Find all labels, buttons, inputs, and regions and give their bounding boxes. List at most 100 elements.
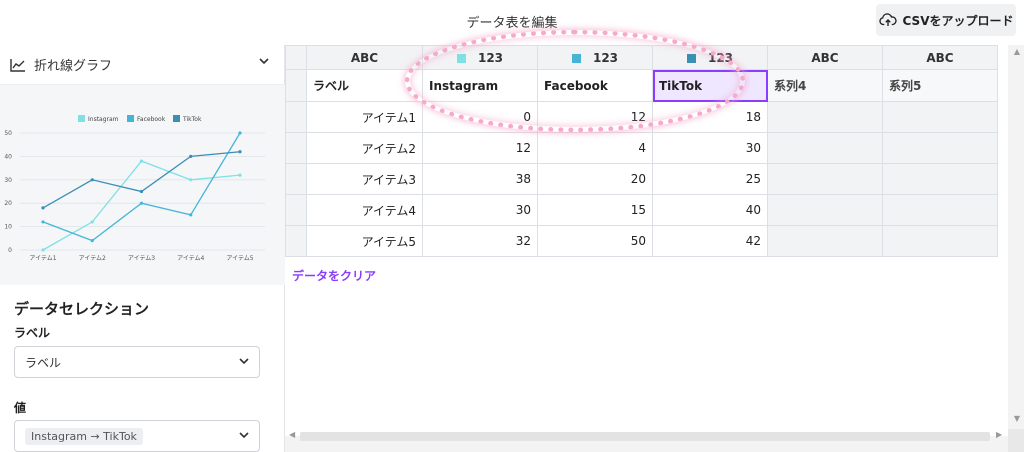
table-cell[interactable]: アイテム3: [306, 163, 423, 195]
page-title: データ表を編集: [466, 16, 558, 31]
y-tick-label: 40: [4, 153, 12, 160]
data-point: [189, 213, 193, 217]
column-type[interactable]: 123: [652, 45, 768, 70]
scroll-left-icon[interactable]: ◀: [289, 430, 295, 439]
data-selection-title: データセレクション: [14, 300, 150, 318]
table-cell[interactable]: 38: [422, 163, 538, 195]
scroll-right-icon[interactable]: ▶: [996, 430, 1002, 439]
line-chart: 0 10 20 30 40 50 アイテム1 アイテム2 アイテム3 アイテム4 アイテム5 Inst…: [4, 115, 265, 262]
instagram-color-swatch[interactable]: [456, 53, 466, 63]
value-select-tag: Instagram → TikTok: [25, 427, 143, 445]
table-cell[interactable]: 50: [537, 225, 653, 257]
y-tick-label: 20: [4, 200, 12, 207]
table-cell[interactable]: 15: [537, 194, 653, 226]
table-row: アイテム4 30 15 40: [285, 194, 998, 226]
column-type[interactable]: 123: [422, 45, 538, 70]
line-chart-icon: [10, 58, 25, 72]
header-cell[interactable]: Facebook: [537, 69, 653, 102]
horizontal-scroll-thumb[interactable]: [300, 432, 990, 441]
table-cell[interactable]: [882, 225, 998, 257]
facebook-color-swatch[interactable]: [571, 53, 581, 63]
table-cell[interactable]: [882, 101, 998, 133]
table-row: アイテム5 32 50 42: [285, 225, 998, 257]
row-header[interactable]: [285, 101, 307, 133]
header-row: ラベル Instagram Facebook TikTok 系列4 系列5: [285, 69, 998, 102]
table-cell[interactable]: 0: [422, 101, 538, 133]
table-cell[interactable]: 18: [652, 101, 768, 133]
data-point: [238, 173, 242, 177]
data-point: [139, 159, 144, 163]
scroll-up-icon[interactable]: ▲: [1014, 47, 1020, 56]
chart-preview: 0 10 20 30 40 50 アイテム1 アイテム2 アイテム3 アイテム4 アイテム5 Inst…: [0, 85, 285, 285]
row-header[interactable]: [285, 69, 307, 102]
x-tick-label: アイテム1: [29, 255, 56, 262]
y-tick-label: 0: [8, 247, 12, 254]
x-tick-label: アイテム5: [226, 255, 253, 262]
table-cell[interactable]: 42: [652, 225, 768, 257]
row-header[interactable]: [285, 194, 307, 226]
chart-type-label: 折れ線グラフ: [34, 59, 113, 74]
header-cell-selected[interactable]: TikTok: [652, 69, 768, 102]
value-select[interactable]: Instagram → TikTok: [14, 420, 260, 452]
row-header[interactable]: [285, 132, 307, 164]
table-cell[interactable]: 4: [537, 132, 653, 164]
scroll-down-icon[interactable]: ▼: [1014, 414, 1020, 423]
table-cell[interactable]: [882, 132, 998, 164]
type-badge: ABC: [350, 50, 379, 65]
header-cell[interactable]: Instagram: [422, 69, 538, 102]
data-point: [90, 178, 94, 182]
table-cell[interactable]: アイテム4: [306, 194, 423, 226]
data-point: [90, 239, 94, 243]
data-point: [238, 150, 242, 154]
column-type[interactable]: ABC: [306, 45, 423, 70]
table-cell[interactable]: 40: [652, 194, 768, 226]
table-cell[interactable]: 30: [422, 194, 538, 226]
data-point: [41, 220, 45, 224]
upload-csv-label: CSVをアップロード: [902, 13, 1014, 28]
column-type[interactable]: 123: [537, 45, 653, 70]
data-point: [41, 206, 45, 210]
label-field-title: ラベル: [14, 326, 51, 340]
legend-swatch: [127, 115, 134, 122]
table-cell[interactable]: 32: [422, 225, 538, 257]
chevron-down-icon: [239, 358, 249, 365]
table-cell[interactable]: [767, 225, 883, 257]
table-cell[interactable]: アイテム2: [306, 132, 423, 164]
y-tick-label: 30: [4, 177, 12, 184]
chart-type-selector[interactable]: 折れ線グラフ: [0, 45, 285, 85]
table-cell[interactable]: 12: [422, 132, 538, 164]
table-cell[interactable]: 12: [537, 101, 653, 133]
tiktok-color-swatch[interactable]: [686, 53, 696, 63]
table-cell[interactable]: アイテム5: [306, 225, 423, 257]
row-header[interactable]: [285, 225, 307, 257]
table-cell[interactable]: [882, 194, 998, 226]
column-type[interactable]: ABC: [767, 45, 883, 70]
table-cell[interactable]: [767, 132, 883, 164]
header-cell[interactable]: ラベル: [306, 69, 423, 102]
column-type[interactable]: ABC: [882, 45, 998, 70]
data-point: [189, 178, 193, 182]
table-cell[interactable]: [767, 163, 883, 195]
table-cell[interactable]: アイテム1: [306, 101, 423, 133]
scrollbar-corner: [1008, 429, 1024, 452]
type-badge: 123: [707, 50, 734, 65]
table-row: アイテム3 38 20 25: [285, 163, 998, 195]
type-badge: 123: [592, 50, 619, 65]
row-header[interactable]: [285, 163, 307, 195]
table-cell[interactable]: [767, 194, 883, 226]
table-cell[interactable]: [882, 163, 998, 195]
table-cell[interactable]: 20: [537, 163, 653, 195]
clear-data-link[interactable]: データをクリア: [292, 267, 376, 284]
upload-csv-button[interactable]: CSVをアップロード: [876, 4, 1016, 36]
table-cell[interactable]: [767, 101, 883, 133]
vertical-scrollbar[interactable]: [1008, 45, 1024, 429]
legend-swatch: [78, 115, 85, 122]
corner-cell: [285, 45, 307, 70]
label-select[interactable]: ラベル: [14, 346, 260, 378]
legend-label: Instagram: [88, 116, 119, 123]
table-cell[interactable]: 30: [652, 132, 768, 164]
table-cell[interactable]: 25: [652, 163, 768, 195]
header-cell[interactable]: 系列5: [882, 69, 998, 102]
header-cell[interactable]: 系列4: [767, 69, 883, 102]
label-select-value: ラベル: [25, 355, 62, 370]
